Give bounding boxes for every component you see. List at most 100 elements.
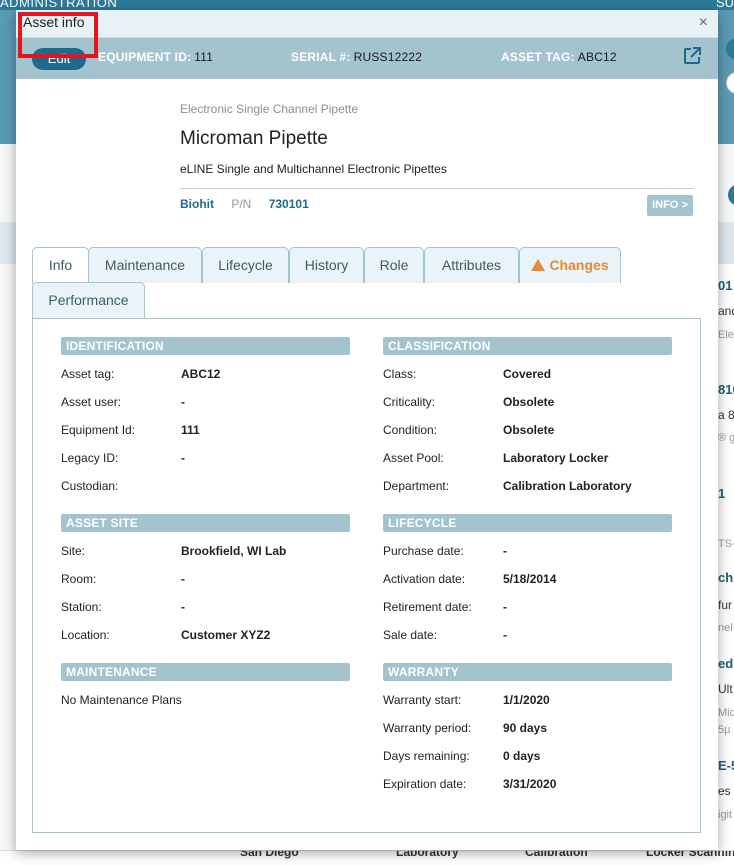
field-value: 111 — [181, 423, 200, 437]
field-label: Criticality: — [383, 395, 436, 409]
bg-snippet: 1 — [718, 486, 726, 501]
bg-snippet: ® g — [718, 432, 734, 444]
close-icon[interactable]: × — [699, 15, 708, 31]
manufacturer-link[interactable]: Biohit — [180, 197, 214, 211]
field-label: Days remaining: — [383, 749, 470, 763]
external-link-icon[interactable] — [682, 46, 702, 66]
asset-tag: ASSET TAG: ABC12 — [501, 50, 617, 64]
asset-category: Electronic Single Channel Pipette — [180, 102, 359, 116]
bg-snippet: ch — [718, 570, 734, 585]
field-value: 90 days — [503, 721, 548, 735]
serial-label: SERIAL #: — [291, 50, 351, 64]
section-title: WARRANTY — [383, 663, 672, 681]
field-label: Warranty start: — [383, 693, 462, 707]
serial-number: SERIAL #: RUSS12222 — [291, 50, 422, 64]
modal-header: Asset info × — [16, 10, 718, 38]
bg-list-column: 01 and Elec 810 a 82 ® g 1 TS- ch fur ne… — [716, 264, 734, 865]
field-label: Purchase date: — [383, 544, 464, 558]
field-label: Site: — [61, 544, 86, 558]
asset-site-section: ASSET SITE — [61, 514, 350, 532]
bg-bottom-text: San Diego — [240, 850, 299, 859]
asset-info-modal: Asset info × Edit EQUIPMENT ID: 111 SERIA… — [16, 10, 718, 850]
field-label: Legacy ID: — [61, 451, 119, 465]
section-title: LIFECYCLE — [383, 514, 672, 532]
topbar-right-text[interactable]: SU — [716, 0, 734, 10]
field-label: Activation date: — [383, 572, 466, 586]
field-value: - — [503, 628, 507, 642]
field-value: - — [181, 572, 185, 586]
field-value: Obsolete — [503, 395, 555, 409]
field-value: Laboratory Locker — [503, 451, 609, 465]
tab-performance[interactable]: Performance — [32, 282, 145, 318]
field-value: - — [181, 395, 185, 409]
field-label: Warranty period: — [383, 721, 472, 735]
bg-snippet: 5μ — [718, 724, 731, 736]
tab-history[interactable]: History — [289, 247, 364, 283]
section-title: ASSET SITE — [61, 514, 350, 532]
info-panel: IDENTIFICATION Asset tag: ABC12 Asset use… — [32, 318, 701, 833]
tab-attributes[interactable]: Attributes — [424, 247, 519, 283]
bg-bottom-text: Laboratory — [396, 850, 459, 859]
edit-highlight-box — [18, 12, 98, 58]
field-label: Equipment Id: — [61, 423, 136, 437]
field-value: - — [503, 600, 507, 614]
field-value: - — [503, 544, 507, 558]
bg-snippet: Mic — [718, 707, 734, 719]
field-label: Condition: — [383, 423, 438, 437]
tab-changes-label: Changes — [549, 257, 609, 273]
info-button[interactable]: INFO > — [647, 195, 693, 216]
tab-lifecycle[interactable]: Lifecycle — [202, 247, 289, 283]
field-value: - — [181, 451, 185, 465]
field-label: Station: — [61, 600, 102, 614]
asset-name: Microman Pipette — [180, 128, 328, 149]
field-value: ABC12 — [181, 367, 221, 381]
tab-info[interactable]: Info — [32, 247, 89, 284]
field-label: Room: — [61, 572, 97, 586]
bg-bottom-text: Calibration — [525, 850, 588, 859]
field-value: Calibration Laboratory — [503, 479, 632, 493]
bg-snippet: a 82 — [718, 408, 734, 422]
lifecycle-section: LIFECYCLE — [383, 514, 672, 532]
equipment-id-value: 111 — [194, 50, 214, 64]
equipment-id: EQUIPMENT ID: 111 — [98, 50, 213, 64]
bg-snippet: 810 — [718, 382, 734, 397]
bg-snippet: Ult — [718, 682, 733, 696]
bg-snippet: and — [718, 304, 734, 318]
asset-id-bar: Edit EQUIPMENT ID: 111 SERIAL #: RUSS12222… — [16, 38, 718, 79]
section-title: IDENTIFICATION — [61, 337, 350, 355]
tab-changes[interactable]: Changes — [519, 247, 621, 283]
field-label: Retirement date: — [383, 600, 472, 614]
serial-value: RUSS12222 — [353, 50, 423, 64]
bg-bottom-text: Locker Scanning — [646, 850, 734, 859]
field-label: Custodian: — [61, 479, 119, 493]
warning-icon — [531, 259, 546, 271]
section-title: CLASSIFICATION — [383, 337, 672, 355]
bg-snippet: 01 — [718, 278, 733, 293]
field-label: Class: — [383, 367, 417, 381]
equipment-id-label: EQUIPMENT ID: — [98, 50, 192, 64]
bg-snippet: nel — [718, 622, 733, 634]
part-number-link[interactable]: 730101 — [269, 197, 309, 211]
maintenance-section: MAINTENANCE — [61, 663, 350, 681]
field-value: - — [181, 600, 185, 614]
classification-section: CLASSIFICATION — [383, 337, 672, 355]
field-value: 1/1/2020 — [503, 693, 550, 707]
field-label: Asset user: — [61, 395, 122, 409]
field-value: Brookfield, WI Lab — [181, 544, 287, 558]
asset-tag-value: ABC12 — [577, 50, 617, 64]
bg-snippet: E-5 — [718, 758, 734, 773]
asset-summary: Electronic Single Channel Pipette Microm… — [180, 102, 694, 216]
topbar-title[interactable]: ADMINISTRATION — [0, 0, 117, 10]
field-value: Customer XYZ2 — [181, 628, 271, 642]
bg-bottom-row: San Diego Laboratory Calibration Locker … — [0, 850, 734, 865]
tab-maintenance[interactable]: Maintenance — [88, 247, 202, 283]
tab-role[interactable]: Role — [364, 247, 424, 283]
field-label: Expiration date: — [383, 777, 467, 791]
divider — [180, 188, 694, 189]
field-label: Location: — [61, 628, 110, 642]
bg-snippet: Elec — [718, 329, 734, 341]
warranty-section: WARRANTY — [383, 663, 672, 681]
field-value: 3/31/2020 — [503, 777, 557, 791]
bg-snippet: fur — [718, 598, 733, 612]
field-value: 0 days — [503, 749, 541, 763]
